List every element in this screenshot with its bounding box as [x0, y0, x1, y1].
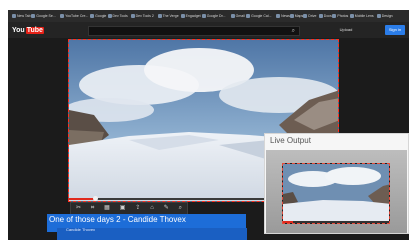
bookmark-icon — [201, 14, 206, 18]
share-icon[interactable]: ⇪ — [135, 203, 140, 214]
bookmark-label: Google Cal... — [251, 14, 272, 18]
bookmark-icon — [376, 14, 381, 18]
bookmark-label: New Tab — [17, 14, 31, 18]
bookmark-item[interactable]: YouTube Cre... — [60, 12, 88, 20]
bookmark-icon — [318, 14, 323, 18]
grid-icon[interactable]: ▦ — [104, 203, 110, 214]
bookmarks-bar: New Tab Google Se... YouTube Cre... Google D… — [8, 10, 409, 22]
bookmark-icon — [332, 14, 337, 18]
bookmark-item[interactable]: Engadget — [180, 12, 201, 20]
bookmark-label: Photos — [337, 14, 349, 18]
frame-icon[interactable]: ▣ — [120, 203, 126, 214]
bookmark-icon — [289, 14, 294, 18]
bookmark-item[interactable]: Maps — [289, 12, 304, 20]
live-output-preview — [282, 163, 390, 224]
youtube-logo[interactable]: You Tube — [12, 25, 44, 35]
bookmark-item[interactable]: Design — [376, 12, 393, 20]
bookmark-label: Design — [381, 14, 393, 18]
search-input[interactable]: ⌕ — [88, 26, 300, 36]
home-icon[interactable]: ⌂ — [150, 203, 154, 214]
live-output-panel: Live Output — [264, 133, 409, 234]
bookmark-label: Docs — [323, 14, 332, 18]
bookmark-icon — [157, 14, 162, 18]
bookmark-label: Google — [95, 14, 107, 18]
bookmark-item[interactable]: Mobile Lens — [349, 12, 374, 20]
bookmark-label: YouTube Cre... — [65, 14, 89, 18]
scissors-icon[interactable]: ✂ — [76, 203, 81, 214]
bookmark-item[interactable]: Docs — [318, 12, 332, 20]
upload-button[interactable]: Upload — [333, 26, 359, 34]
live-output-title: Live Output — [270, 136, 311, 145]
bookmark-icon — [276, 14, 281, 18]
bookmark-label: Gmail — [235, 14, 245, 18]
bookmark-item[interactable]: The Verge — [157, 12, 179, 20]
video-title: One of those days 2 - Candide Thovex — [49, 215, 186, 224]
bookmark-icon — [230, 14, 235, 18]
bookmark-icon — [130, 14, 135, 18]
bookmark-icon — [180, 14, 185, 18]
bookmark-icon — [90, 14, 95, 18]
crop-icon[interactable]: ⌗ — [91, 203, 94, 214]
logo-you: You — [12, 26, 25, 34]
bookmark-item[interactable]: New Tab — [12, 12, 31, 20]
logo-tube: Tube — [25, 26, 44, 34]
bookmark-item[interactable]: Dev Tools — [107, 12, 128, 20]
bookmark-icon — [349, 14, 354, 18]
progress-knob[interactable] — [92, 196, 98, 201]
bookmark-label: Google Dr... — [206, 14, 226, 18]
bookmark-item[interactable]: News — [276, 12, 290, 20]
bookmark-item[interactable]: Photos — [332, 12, 348, 20]
bookmark-label: News — [281, 14, 290, 18]
bookmark-label: Maps — [294, 14, 304, 18]
live-output-image — [283, 164, 389, 223]
bookmark-icon — [303, 14, 308, 18]
bookmark-icon — [31, 14, 36, 18]
bookmark-label: Engadget — [185, 14, 201, 18]
bookmark-item[interactable]: Dev Tools 2 — [130, 12, 154, 20]
bookmark-icon — [60, 14, 65, 18]
bookmark-label: Drive — [308, 14, 317, 18]
bookmark-item[interactable]: Google Se... — [31, 12, 56, 20]
bookmark-label: Dev Tools — [112, 14, 128, 18]
bookmark-label: Google Se... — [36, 14, 56, 18]
bookmark-item[interactable]: Drive — [303, 12, 316, 20]
bookmark-item[interactable]: Gmail — [230, 12, 245, 20]
edit-icon[interactable]: ✎ — [164, 203, 169, 214]
bookmark-label: Dev Tools 2 — [135, 14, 154, 18]
bookmark-item[interactable]: Google Cal... — [246, 12, 272, 20]
bookmark-icon — [107, 14, 112, 18]
channel-name[interactable]: Candide Thovex — [66, 227, 95, 232]
progress-fill — [68, 198, 96, 200]
search-icon[interactable]: ⌕ — [292, 27, 295, 35]
bookmark-icon — [246, 14, 251, 18]
channel-bar: Candide Thovex — [57, 227, 247, 240]
youtube-header: You Tube ⌕ Upload Sign in — [8, 22, 409, 38]
bookmark-label: The Verge — [162, 14, 179, 18]
bookmark-item[interactable]: Google — [90, 12, 106, 20]
bookmark-label: Mobile Lens — [354, 14, 374, 18]
bookmark-icon — [12, 14, 16, 18]
bookmark-item[interactable]: Google Dr... — [201, 12, 226, 20]
search-icon[interactable]: ⌕ — [179, 203, 182, 214]
signin-button[interactable]: Sign in — [385, 25, 405, 35]
